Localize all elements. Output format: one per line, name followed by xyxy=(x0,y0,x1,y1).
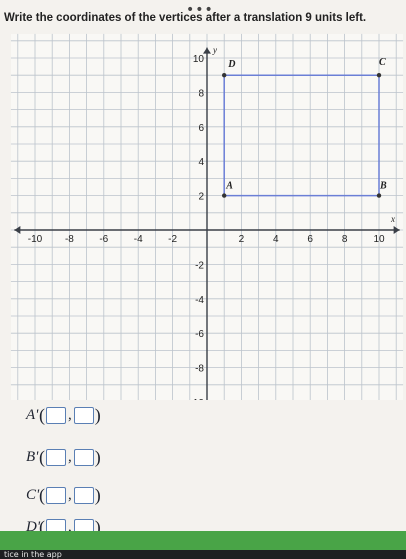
vertex-point xyxy=(222,73,227,78)
vertex-label: A xyxy=(225,181,233,192)
answer-row: C'(,) xyxy=(26,484,102,506)
vertex-point xyxy=(376,73,382,78)
y-tick-label: 6 xyxy=(198,123,204,134)
x-tick-label: 2 xyxy=(239,234,245,245)
vertex-prime-label: B' xyxy=(26,448,39,465)
y-tick-label: 10 xyxy=(193,398,205,400)
close-paren: ) xyxy=(94,446,101,467)
x-tick-label: -6 xyxy=(99,234,108,245)
x-tick-label: 8 xyxy=(342,234,348,245)
comma: , xyxy=(68,486,72,503)
answer-row: A'(,) xyxy=(26,404,102,426)
x-tick-label: 10 xyxy=(373,234,385,245)
close-paren: ) xyxy=(94,484,101,505)
vertex-prime-label: C' xyxy=(26,486,40,503)
vertex-point xyxy=(376,193,382,198)
x-tick-label: -4 xyxy=(134,234,143,245)
x-tick-label: -8 xyxy=(65,234,74,245)
y-tick-label: 2 xyxy=(198,192,204,203)
vertex-point xyxy=(222,193,227,198)
x-coordinate-input[interactable] xyxy=(46,486,66,504)
open-paren: ( xyxy=(39,484,45,505)
x-coordinate-input[interactable] xyxy=(46,448,66,466)
close-paren: ) xyxy=(94,404,101,425)
answer-row: B'(,) xyxy=(26,446,102,468)
y-axis-label: y xyxy=(212,45,217,55)
vertex-prime-label: A' xyxy=(26,406,39,423)
open-paren: ( xyxy=(39,446,45,467)
x-tick-label: 6 xyxy=(307,234,313,245)
y-tick-label: 10 xyxy=(193,54,205,65)
y-coordinate-input[interactable] xyxy=(73,486,94,504)
footer-banner: tice in the app xyxy=(0,531,406,559)
y-tick-label: 4 xyxy=(198,157,204,168)
y-tick-label: -8 xyxy=(195,364,204,375)
comma: , xyxy=(68,406,72,423)
x-tick-label: 4 xyxy=(273,234,279,245)
x-axis-label: x xyxy=(390,214,395,224)
x-coordinate-input[interactable] xyxy=(46,406,66,424)
vertex-label: C xyxy=(379,57,386,68)
y-tick-label: -4 xyxy=(195,295,204,306)
open-paren: ( xyxy=(39,404,45,425)
x-tick-label: -2 xyxy=(168,234,177,245)
y-tick-label: 8 xyxy=(198,88,204,99)
footer-banner-text: tice in the app xyxy=(0,550,406,559)
comma: , xyxy=(68,448,72,465)
y-coordinate-input[interactable] xyxy=(73,406,94,424)
vertex-label: D xyxy=(227,59,235,70)
y-tick-label: -6 xyxy=(195,329,204,340)
y-tick-label: -2 xyxy=(195,260,204,271)
y-coordinate-input[interactable] xyxy=(73,448,94,466)
vertex-label: B xyxy=(379,181,387,192)
coordinate-grid: x y -10 -8 -6 -4 -2 2 4 6 8 10 10 8 6 4 2 -2 -4 -6 -8 10 A B C D xyxy=(10,33,404,400)
x-tick-label: -10 xyxy=(28,234,43,245)
